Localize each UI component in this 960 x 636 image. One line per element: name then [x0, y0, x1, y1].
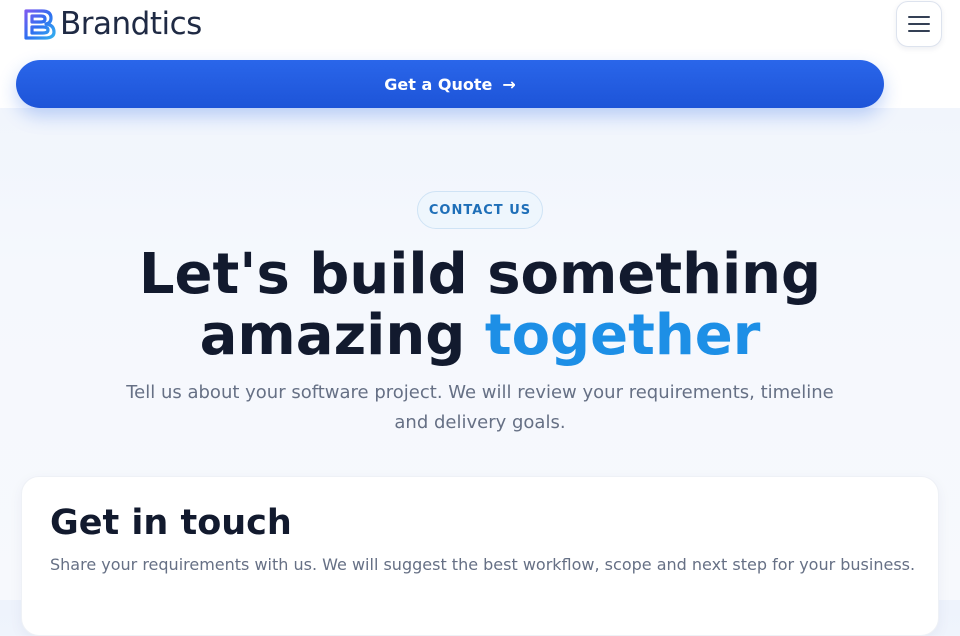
badge-label: CONTACT US — [428, 202, 532, 218]
arrow-right-icon: → — [502, 74, 516, 94]
brand-logo[interactable]: Brandtics — [22, 7, 202, 41]
hero-subtitle: Tell us about your software project. We … — [126, 382, 834, 433]
get-quote-button[interactable]: Get a Quote → — [16, 60, 884, 108]
card-subtitle: Share your requirements with us. We will… — [50, 555, 916, 574]
b-logo-icon — [24, 9, 56, 40]
hamburger-icon-line — [908, 23, 930, 25]
menu-button[interactable] — [896, 1, 942, 47]
hero-title-line2: amazing — [199, 303, 466, 368]
site-header: Brandtics Get a Quote → — [0, 0, 960, 108]
hamburger-icon — [908, 16, 930, 18]
hero-title-accent: together — [484, 303, 761, 368]
card-title: Get in touch — [50, 503, 292, 543]
contact-us-badge: CONTACT US — [417, 191, 543, 229]
hamburger-icon-line — [908, 30, 930, 32]
contact-card: Get in touch Share your requirements wit… — [21, 476, 939, 636]
get-quote-label: Get a Quote — [384, 74, 493, 94]
brand-name: Brandtics — [60, 6, 202, 42]
hero-title: Let's build something amazing together — [0, 244, 960, 366]
hero-title-line1: Let's build something — [138, 242, 822, 307]
